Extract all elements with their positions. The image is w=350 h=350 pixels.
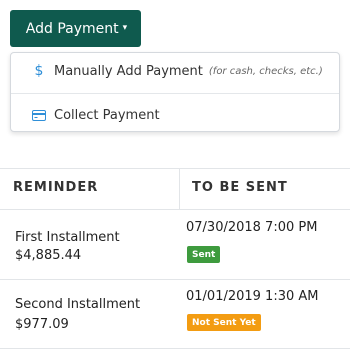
menu-item-note: (for cash, checks, etc.)	[208, 65, 323, 77]
table-row: First Installment $4,885.44 07/30/2018 7…	[0, 210, 350, 280]
add-payment-dropdown-menu: $ Manually Add Payment (for cash, checks…	[10, 52, 340, 132]
reminder-amount: $4,885.44	[15, 248, 82, 263]
table-header: REMINDER TO BE SENT	[0, 168, 350, 210]
credit-card-icon	[30, 109, 48, 121]
menu-item-label: Manually Add Payment	[54, 63, 203, 79]
status-badge: Sent	[187, 246, 221, 263]
menu-divider	[11, 93, 339, 94]
column-header-reminder: REMINDER	[13, 180, 99, 195]
column-header-to-be-sent: TO BE SENT	[192, 180, 288, 195]
add-payment-button[interactable]: Add Payment ▾	[10, 10, 141, 47]
menu-item-collect-payment[interactable]: Collect Payment	[11, 97, 339, 133]
send-date: 01/01/2019 1:30 AM	[186, 289, 319, 304]
reminder-name: Second Installment	[15, 297, 141, 312]
menu-item-manually-add-payment[interactable]: $ Manually Add Payment (for cash, checks…	[11, 53, 339, 89]
send-date: 07/30/2018 7:00 PM	[186, 220, 318, 235]
add-payment-label: Add Payment	[25, 20, 119, 37]
reminder-amount: $977.09	[15, 317, 69, 332]
table-row: Second Installment $977.09 01/01/2019 1:…	[0, 280, 350, 349]
dollar-icon: $	[34, 63, 44, 79]
reminder-name: First Installment	[15, 230, 120, 245]
status-badge: Not Sent Yet	[187, 314, 261, 331]
column-divider	[179, 169, 180, 209]
caret-down-icon: ▾	[122, 22, 128, 33]
menu-item-label: Collect Payment	[54, 107, 160, 123]
